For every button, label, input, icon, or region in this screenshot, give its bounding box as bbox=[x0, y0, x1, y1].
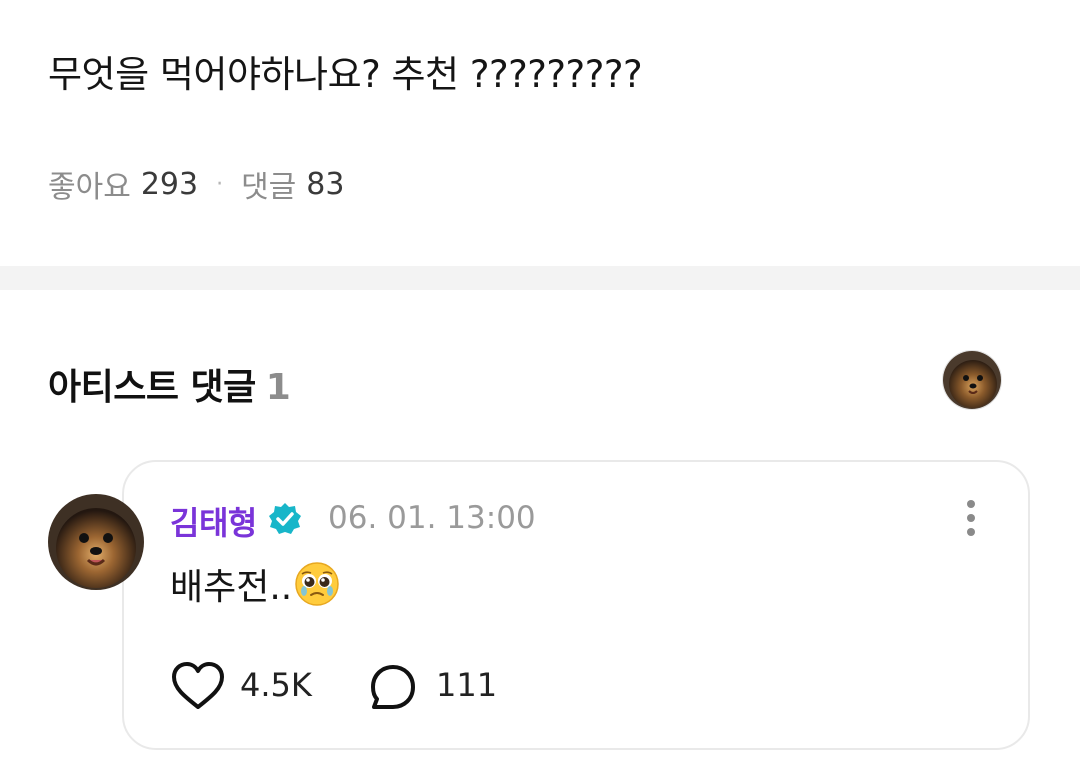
verified-badge-icon bbox=[269, 503, 301, 534]
post-detail-screen: 무엇을 먹어야하나요? 추천 ????????? 좋아요 293 · 댓글 83… bbox=[0, 0, 1080, 774]
artist-comments-label: 아티스트 댓글 bbox=[48, 367, 256, 408]
more-options-icon[interactable] bbox=[954, 496, 988, 540]
reply-bubble-icon[interactable] bbox=[368, 662, 418, 712]
artist-comments-count: 1 bbox=[265, 367, 291, 408]
post-stats: 좋아요 293 · 댓글 83 bbox=[48, 162, 344, 206]
stats-separator: · bbox=[216, 171, 224, 197]
comments-count[interactable]: 83 bbox=[306, 167, 344, 202]
heart-icon[interactable] bbox=[170, 660, 226, 712]
reply-count: 111 bbox=[436, 666, 498, 704]
comment-author-avatar[interactable] bbox=[48, 494, 144, 590]
likes-count: 293 bbox=[140, 166, 199, 202]
comment-body: 배추전.. bbox=[170, 558, 340, 610]
comment-body-text: 배추전.. bbox=[170, 567, 293, 608]
comment-author-name[interactable]: 김태형 bbox=[170, 498, 257, 544]
section-divider bbox=[0, 266, 1080, 290]
artist-comments-title: 아티스트 댓글 1 bbox=[48, 358, 291, 410]
likes-label: 좋아요 bbox=[48, 170, 131, 205]
comment-timestamp: 06. 01. 13:00 bbox=[328, 500, 536, 536]
comments-label[interactable]: 댓글 bbox=[241, 162, 296, 206]
artist-avatar-small[interactable] bbox=[942, 350, 1002, 410]
pleading-face-emoji-icon bbox=[295, 562, 339, 606]
like-count: 4.5K bbox=[240, 666, 312, 704]
post-text: 무엇을 먹어야하나요? 추천 ????????? bbox=[48, 53, 643, 96]
